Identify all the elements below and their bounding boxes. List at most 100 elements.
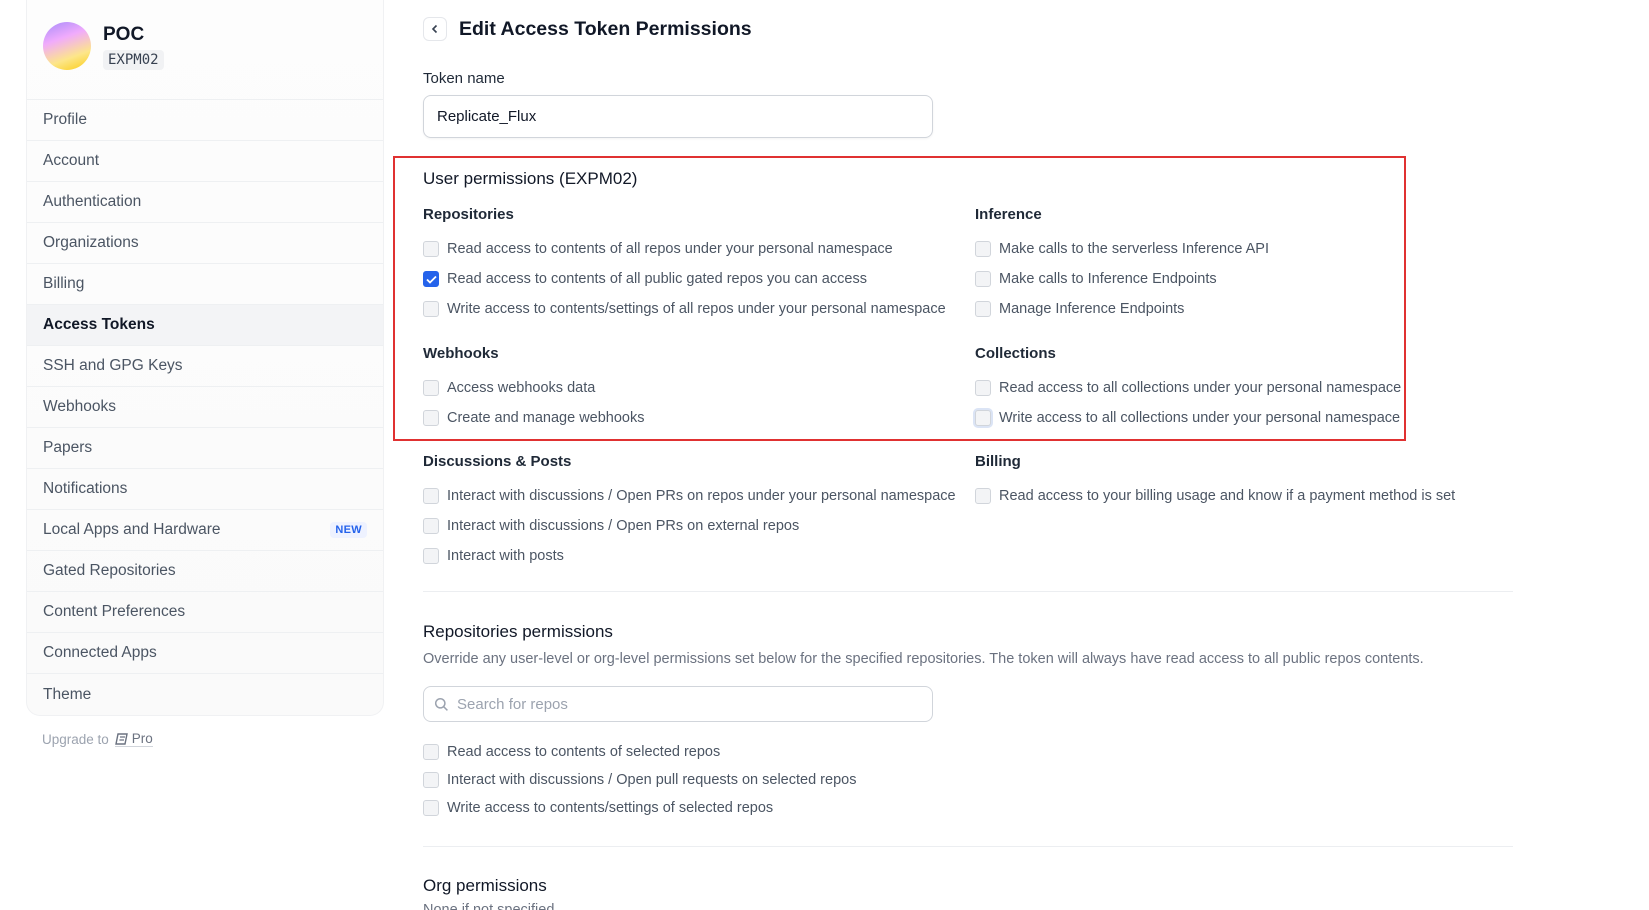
checkbox[interactable] — [423, 301, 439, 317]
sidebar-item-label: Organizations — [43, 234, 139, 251]
sidebar-item-label: Profile — [43, 111, 87, 128]
highlight-box — [393, 156, 1406, 441]
perm-repo-read-gated[interactable]: Read access to contents of all public ga… — [423, 271, 867, 287]
checkbox-label: Read access to your billing usage and kn… — [999, 488, 1456, 504]
checkbox[interactable] — [423, 380, 439, 396]
perm-webhooks-access[interactable]: Access webhooks data — [423, 380, 595, 396]
search-icon — [434, 697, 448, 711]
checkbox[interactable] — [423, 800, 439, 816]
checkbox-label: Interact with discussions / Open pull re… — [447, 772, 857, 788]
token-name-input[interactable] — [423, 95, 933, 138]
checkbox-label: Interact with discussions / Open PRs on … — [447, 488, 956, 504]
sidebar-item-notifications[interactable]: Notifications — [27, 469, 383, 510]
org-name: POC — [103, 24, 145, 45]
checkbox[interactable] — [423, 744, 439, 760]
checkbox[interactable] — [975, 271, 991, 287]
perm-discussions-external[interactable]: Interact with discussions / Open PRs on … — [423, 518, 799, 534]
sidebar-item-content-preferences[interactable]: Content Preferences — [27, 592, 383, 633]
checkbox-label: Interact with posts — [447, 548, 564, 564]
checkbox[interactable] — [423, 772, 439, 788]
checkbox[interactable] — [975, 241, 991, 257]
org-permissions-subtitle: None if not specified — [423, 902, 555, 910]
sidebar-item-label: Connected Apps — [43, 644, 157, 661]
pro-label: Pro — [131, 731, 153, 746]
sidebar-item-label: Webhooks — [43, 398, 116, 415]
checkbox-label: Read access to contents of all public ga… — [447, 271, 867, 287]
repo-permissions-title: Repositories permissions — [423, 622, 613, 641]
perm-selected-repos-read[interactable]: Read access to contents of selected repo… — [423, 744, 720, 760]
profile-header: POC EXPM02 — [27, 0, 383, 100]
perm-inference-endpoints-manage[interactable]: Manage Inference Endpoints — [975, 301, 1184, 317]
sidebar-item-label: Papers — [43, 439, 93, 456]
checkbox-label: Write access to all collections under yo… — [999, 410, 1401, 426]
perm-inference-serverless[interactable]: Make calls to the serverless Inference A… — [975, 241, 1269, 257]
sidebar-item-account[interactable]: Account — [27, 141, 383, 182]
sidebar-item-gated-repositories[interactable]: Gated Repositories — [27, 551, 383, 592]
inference-group-title: Inference — [975, 206, 1042, 223]
checkbox[interactable] — [975, 380, 991, 396]
sidebar-item-label: Account — [43, 152, 100, 169]
perm-posts[interactable]: Interact with posts — [423, 548, 564, 564]
collections-group-title: Collections — [975, 345, 1056, 362]
new-badge: NEW — [330, 522, 367, 538]
checkbox[interactable] — [975, 410, 991, 426]
sidebar-item-label: Notifications — [43, 480, 128, 497]
checkbox[interactable] — [423, 488, 439, 504]
sidebar-item-profile[interactable]: Profile — [27, 100, 383, 141]
section-divider — [423, 591, 1513, 592]
perm-webhooks-manage[interactable]: Create and manage webhooks — [423, 410, 645, 426]
org-permissions-title: Org permissions — [423, 876, 547, 895]
billing-group-title: Billing — [975, 453, 1021, 470]
checkbox-label: Make calls to Inference Endpoints — [999, 271, 1217, 287]
sidebar-item-papers[interactable]: Papers — [27, 428, 383, 469]
checkbox-label: Create and manage webhooks — [447, 410, 645, 426]
perm-collections-read[interactable]: Read access to all collections under you… — [975, 380, 1401, 396]
checkbox[interactable] — [423, 518, 439, 534]
webhooks-group-title: Webhooks — [423, 345, 499, 362]
checkbox-label: Interact with discussions / Open PRs on … — [447, 518, 800, 534]
sidebar-item-webhooks[interactable]: Webhooks — [27, 387, 383, 428]
checkbox[interactable] — [975, 488, 991, 504]
checkbox-label: Read access to all collections under you… — [999, 380, 1402, 396]
checkbox-label: Make calls to the serverless Inference A… — [999, 241, 1269, 257]
perm-billing-read[interactable]: Read access to your billing usage and kn… — [975, 488, 1455, 504]
settings-sidebar: POC EXPM02 Profile Account Authenticatio… — [26, 0, 384, 716]
sidebar-item-label: Local Apps and Hardware — [43, 521, 221, 538]
perm-inference-endpoints-calls[interactable]: Make calls to Inference Endpoints — [975, 271, 1217, 287]
repo-search-box[interactable] — [423, 686, 933, 722]
checkbox[interactable] — [975, 301, 991, 317]
sidebar-item-connected-apps[interactable]: Connected Apps — [27, 633, 383, 674]
sidebar-item-theme[interactable]: Theme — [27, 674, 383, 715]
back-button[interactable] — [423, 17, 447, 41]
pro-link[interactable]: Pro — [114, 731, 153, 747]
perm-repo-write-personal[interactable]: Write access to contents/settings of all… — [423, 301, 946, 317]
sidebar-item-access-tokens[interactable]: Access Tokens — [27, 305, 383, 346]
title-bar: Edit Access Token Permissions — [423, 17, 752, 41]
checkmark-icon — [425, 275, 437, 284]
perm-selected-repos-discussions[interactable]: Interact with discussions / Open pull re… — [423, 772, 856, 788]
repo-search-input[interactable] — [457, 695, 917, 713]
checkbox[interactable] — [423, 410, 439, 426]
checkbox[interactable] — [423, 241, 439, 257]
repositories-group-title: Repositories — [423, 206, 514, 223]
sidebar-item-organizations[interactable]: Organizations — [27, 223, 383, 264]
checkbox-checked[interactable] — [423, 271, 439, 287]
perm-repo-read-personal[interactable]: Read access to contents of all repos und… — [423, 241, 893, 257]
perm-collections-write[interactable]: Write access to all collections under yo… — [975, 410, 1400, 426]
checkbox[interactable] — [423, 548, 439, 564]
sidebar-item-label: Access Tokens — [43, 316, 155, 333]
perm-selected-repos-write[interactable]: Write access to contents/settings of sel… — [423, 800, 773, 816]
upgrade-link[interactable]: Upgrade to Pro — [42, 731, 153, 747]
checkbox-label: Write access to contents/settings of sel… — [447, 800, 774, 816]
sidebar-item-billing[interactable]: Billing — [27, 264, 383, 305]
sidebar-item-label: Authentication — [43, 193, 142, 210]
avatar[interactable] — [43, 22, 91, 70]
sidebar-item-label: Gated Repositories — [43, 562, 176, 579]
checkbox-label: Access webhooks data — [447, 380, 596, 396]
page-title: Edit Access Token Permissions — [459, 17, 752, 40]
sidebar-item-ssh-gpg-keys[interactable]: SSH and GPG Keys — [27, 346, 383, 387]
sidebar-item-local-apps[interactable]: Local Apps and Hardware NEW — [27, 510, 383, 551]
sidebar-item-authentication[interactable]: Authentication — [27, 182, 383, 223]
checkbox-label: Read access to contents of all repos und… — [447, 241, 893, 257]
perm-discussions-personal[interactable]: Interact with discussions / Open PRs on … — [423, 488, 956, 504]
